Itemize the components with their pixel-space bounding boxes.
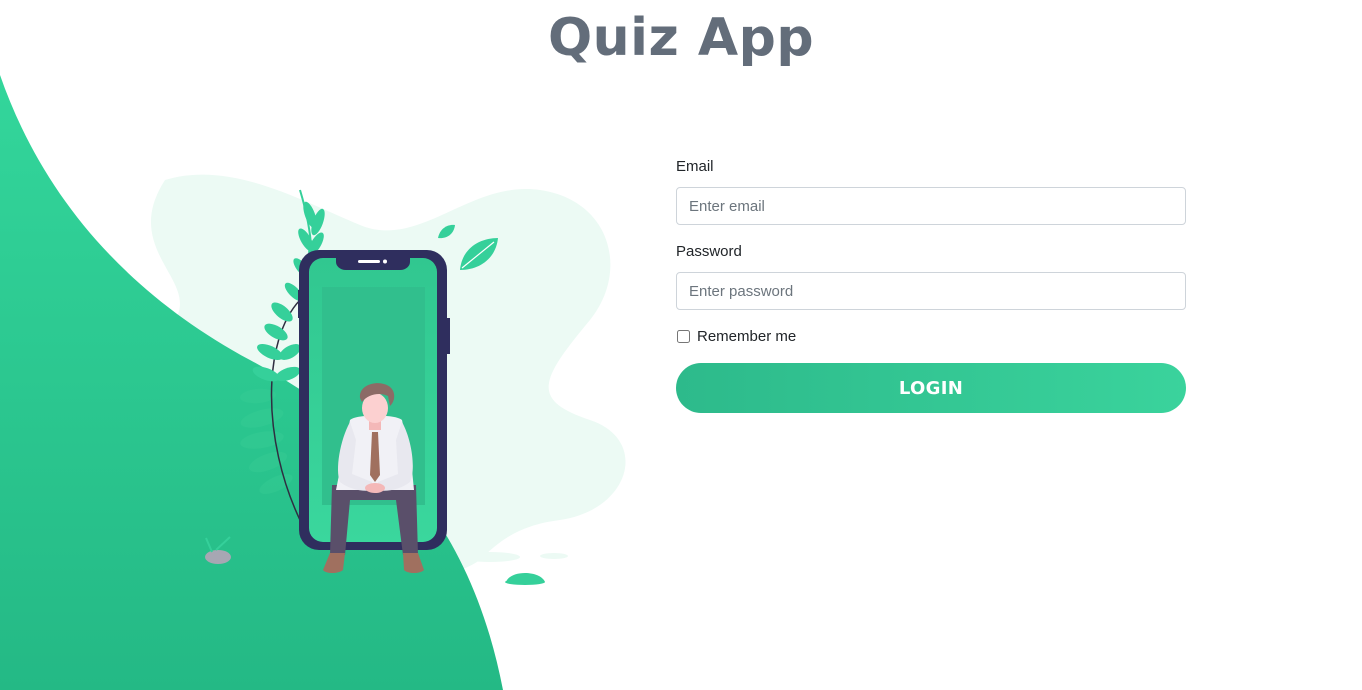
password-input[interactable] [676,272,1186,310]
remember-me-label[interactable]: Remember me [697,328,796,345]
password-label: Password [676,243,742,260]
email-input[interactable] [676,187,1186,225]
login-button[interactable]: LOGIN [676,363,1186,413]
remember-me-checkbox[interactable] [677,329,690,343]
email-group: Email [676,156,1186,225]
login-form: Email Password Remember me LOGIN [676,156,1186,413]
page-title: Quiz App [547,8,815,68]
login-illustration [0,75,626,690]
remember-me-row: Remember me [676,325,1186,347]
password-group: Password [676,241,1186,310]
login-page: Quiz App Email Password Remember me LOGI… [0,0,1362,690]
email-label: Email [676,158,714,175]
